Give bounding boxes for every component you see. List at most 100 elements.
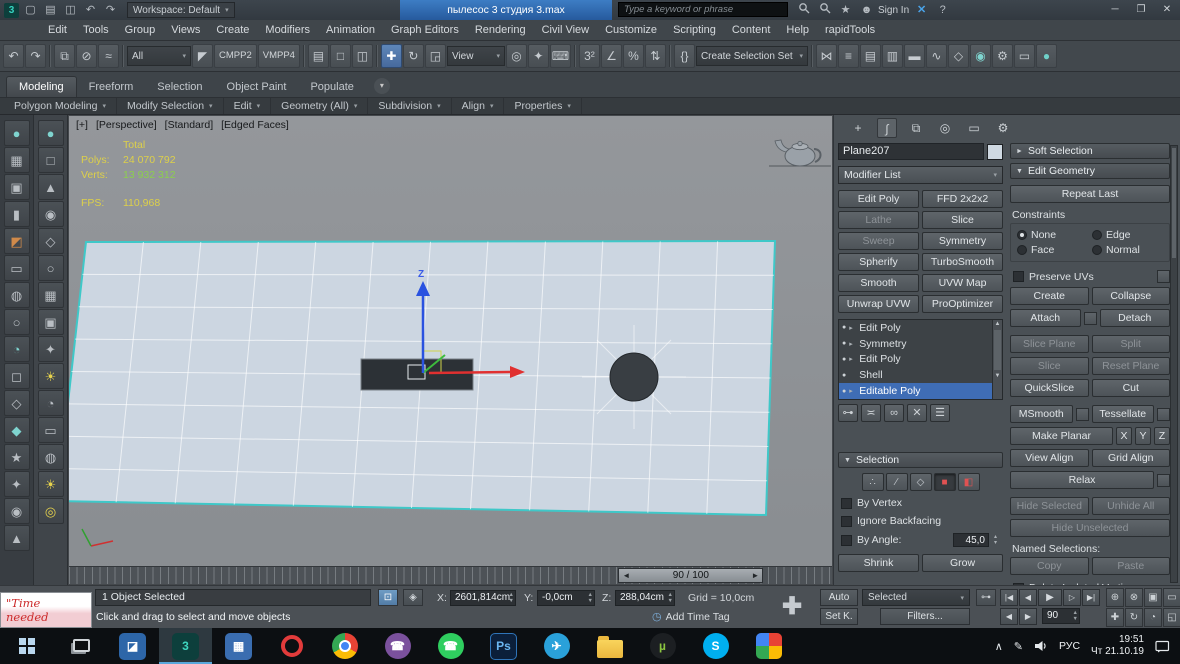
quickslice-button[interactable]: QuickSlice	[1010, 379, 1089, 397]
next-key-button[interactable]: ▶	[1019, 608, 1037, 625]
gem-object-icon[interactable]: ◆	[4, 417, 30, 443]
menu-customize[interactable]: Customize	[597, 20, 665, 41]
z-spinner-icon[interactable]: ▲▼	[668, 592, 673, 604]
modifier-button-unwrap-uvw[interactable]: Unwrap UVW	[838, 295, 919, 313]
ribbon-panel-polygon-modeling[interactable]: Polygon Modeling▾	[4, 98, 117, 114]
plane-object-icon[interactable]: ▭	[38, 417, 64, 443]
by-angle-checkbox[interactable]	[841, 535, 852, 546]
unhide-all-button[interactable]: Unhide All	[1092, 497, 1171, 515]
spinner-snap-icon[interactable]: ⇅	[645, 44, 666, 68]
x-spinner-icon[interactable]: ▲▼	[509, 592, 514, 604]
sphere-object-icon[interactable]: ◍	[38, 444, 64, 470]
region-box-icon[interactable]: □	[38, 147, 64, 173]
plane-primitive-icon[interactable]: ▭	[4, 255, 30, 281]
relax-button[interactable]: Relax	[1010, 471, 1154, 489]
constraint-normal-radio[interactable]	[1092, 245, 1102, 255]
make-unique-icon[interactable]: ∞	[884, 404, 904, 422]
polygon-subobject-icon[interactable]: ■	[934, 473, 956, 491]
field-of-view-icon[interactable]: ◔	[1144, 608, 1162, 627]
stack-item-edit-poly[interactable]: ●▸Edit Poly	[839, 320, 992, 336]
menu-views[interactable]: Views	[163, 20, 208, 41]
go-to-end-button[interactable]: ▶|	[1082, 589, 1100, 606]
grow-button[interactable]: Grow	[922, 554, 1003, 572]
menu-group[interactable]: Group	[117, 20, 164, 41]
save-file-icon[interactable]: ◫	[62, 2, 79, 18]
named-selection-set-dropdown[interactable]: Create Selection Set▾	[696, 46, 808, 66]
taskbar-explorer-folder[interactable]	[583, 628, 636, 664]
use-pivot-point-center-icon[interactable]: ◎	[506, 44, 527, 68]
bulb-light-icon[interactable]: ◎	[38, 498, 64, 524]
attach-button[interactable]: Attach	[1010, 309, 1081, 327]
light-object-icon[interactable]: ☀	[38, 363, 64, 389]
reference-coordinate-dropdown[interactable]: View▾	[447, 46, 505, 66]
ribbon-panel-align[interactable]: Align▾	[452, 98, 505, 114]
collapse-button[interactable]: Collapse	[1092, 287, 1171, 305]
modifier-button-prooptimizer[interactable]: ProOptimizer	[922, 295, 1003, 313]
taskbar-utorrent-app[interactable]: µ	[636, 628, 689, 664]
hole-polygon[interactable]	[610, 353, 658, 401]
constraint-face-radio[interactable]	[1017, 245, 1027, 255]
modifier-button-ffd-2x2x2[interactable]: FFD 2x2x2	[922, 190, 1003, 208]
set-key-mode-button[interactable]: Set K.	[820, 608, 858, 625]
menu-scripting[interactable]: Scripting	[665, 20, 724, 41]
show-end-result-icon[interactable]: ≍	[861, 404, 881, 422]
snap-marker-icon[interactable]: ✦	[4, 471, 30, 497]
zoom-region-icon[interactable]: ▭	[1163, 588, 1180, 607]
select-and-scale-icon[interactable]: ◲	[425, 44, 446, 68]
key-filters-button[interactable]: Filters...	[880, 608, 970, 625]
redo-icon[interactable]: ↷	[25, 44, 46, 68]
repeat-last-button[interactable]: Repeat Last	[1010, 185, 1170, 203]
preserve-uvs-settings-icon[interactable]	[1157, 270, 1170, 283]
constraint-none-radio[interactable]	[1017, 230, 1027, 240]
stack-item-symmetry[interactable]: ●▸Symmetry	[839, 336, 992, 352]
favorites-star-icon[interactable]: ★	[837, 2, 854, 18]
viewport-shading-menu[interactable]: [Edged Faces]	[221, 119, 289, 131]
ribbon-minimize-icon[interactable]: ▾	[374, 78, 390, 94]
previous-frame-icon[interactable]: ◄	[622, 571, 630, 580]
shape-spline-icon[interactable]: ◇	[38, 228, 64, 254]
stack-item-editable-poly[interactable]: ●▸Editable Poly	[839, 383, 992, 399]
gizmo-x-axis[interactable]	[429, 372, 511, 373]
soft-selection-rollout-header[interactable]: ► Soft Selection	[1010, 143, 1170, 159]
constraint-edge-radio[interactable]	[1092, 230, 1102, 240]
z-coordinate-field[interactable]: 288,04cm▲▼	[615, 590, 675, 606]
previous-frame-button[interactable]: ◀	[1019, 589, 1037, 606]
hide-unselected-button[interactable]: Hide Unselected	[1010, 519, 1170, 537]
make-planar-x-button[interactable]: X	[1116, 427, 1132, 445]
viewport-standard-menu[interactable]: [Standard]	[165, 119, 213, 131]
unlink-selection-icon[interactable]: ⊘	[76, 44, 97, 68]
zoom-extents-icon[interactable]: ▣	[1144, 588, 1162, 607]
render-production-icon[interactable]: ●	[1036, 44, 1057, 68]
make-planar-button[interactable]: Make Planar	[1010, 427, 1113, 445]
selection-filter-dropdown[interactable]: All▾	[127, 46, 191, 66]
slice-plane-button[interactable]: Slice Plane	[1010, 335, 1089, 353]
torus-primitive-icon[interactable]: ○	[38, 255, 64, 281]
attach-settings-icon[interactable]	[1084, 312, 1097, 325]
search-options-icon[interactable]	[816, 2, 833, 18]
ribbon-tab-populate[interactable]: Populate	[298, 77, 365, 97]
next-frame-button[interactable]: ▷	[1063, 589, 1081, 606]
orbit-icon[interactable]: ↻	[1125, 608, 1143, 627]
stack-item-shell[interactable]: ●Shell	[839, 367, 992, 383]
maximize-button[interactable]: ❐	[1128, 0, 1154, 20]
selected-polygon[interactable]	[361, 359, 473, 390]
display-box-icon[interactable]: ▣	[38, 309, 64, 335]
set-keys-icon[interactable]: ⊶	[976, 589, 996, 606]
taskbar-opera-app[interactable]	[265, 628, 318, 664]
close-button[interactable]: ✕	[1154, 0, 1180, 20]
msmooth-settings-icon[interactable]	[1076, 408, 1089, 421]
star-helper-icon[interactable]: ✦	[38, 336, 64, 362]
make-planar-y-button[interactable]: Y	[1135, 427, 1151, 445]
ribbon-tab-freeform[interactable]: Freeform	[77, 77, 146, 97]
configure-modifier-sets-icon[interactable]: ☰	[930, 404, 950, 422]
modifier-visibility-icon[interactable]: ●	[842, 356, 846, 363]
percent-snap-icon[interactable]: %	[623, 44, 644, 68]
next-frame-icon[interactable]: ►	[751, 571, 759, 580]
menu-graph-editors[interactable]: Graph Editors	[383, 20, 467, 41]
hierarchy-tab[interactable]: ⧉	[906, 118, 926, 138]
new-scene-icon[interactable]: ▢	[22, 2, 39, 18]
taskbar-photoshop-app[interactable]: Ps	[477, 628, 530, 664]
edge-subobject-icon[interactable]: ∕	[886, 473, 908, 491]
toolbar-button-vmpp4[interactable]: VMPP4	[258, 44, 300, 68]
modifier-button-smooth[interactable]: Smooth	[838, 274, 919, 292]
